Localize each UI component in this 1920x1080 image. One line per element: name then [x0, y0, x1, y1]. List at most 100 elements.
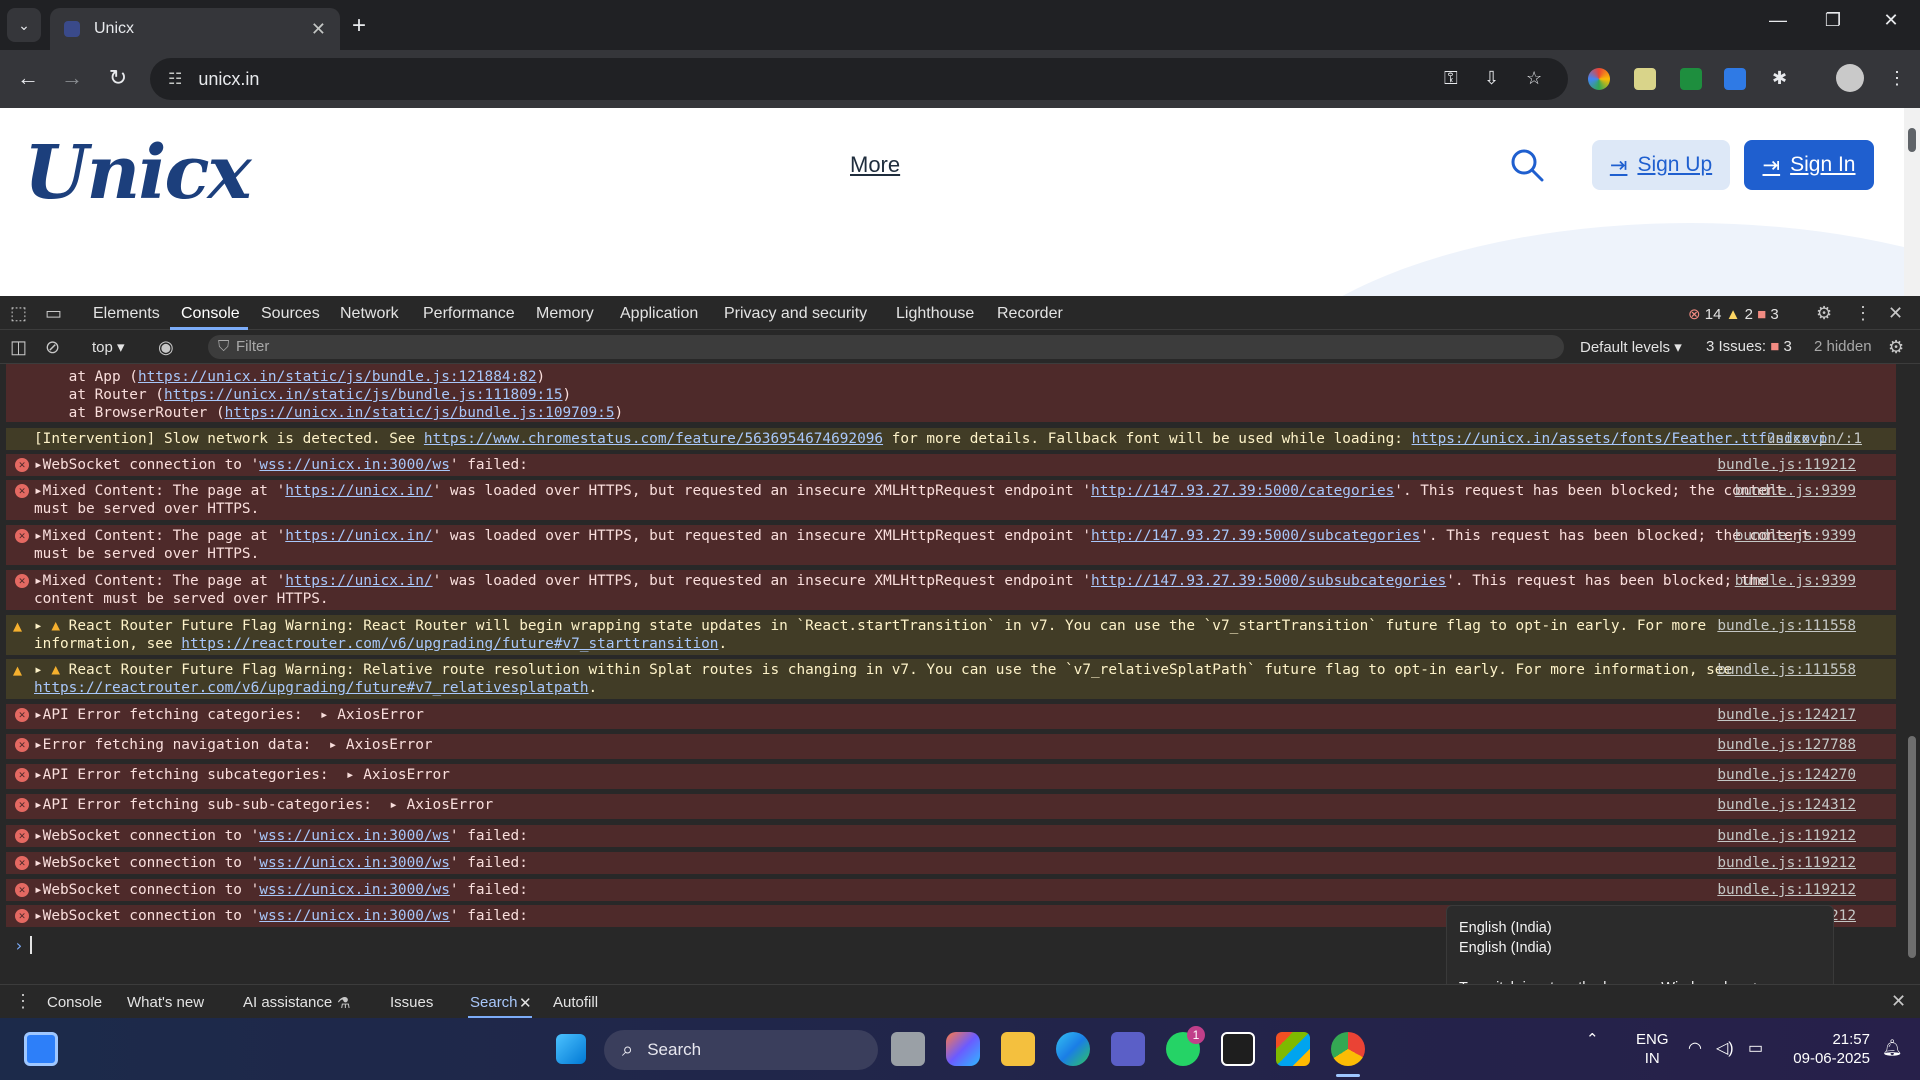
site-info-icon[interactable]: ☷: [168, 69, 182, 89]
scrollbar-thumb[interactable]: [1908, 736, 1916, 958]
console-message-warning[interactable]: ▲ ▸ ▲ React Router Future Flag Warning: …: [6, 615, 1896, 655]
console-message-api-error[interactable]: ✕ ▸API Error fetching sub-sub-categories…: [6, 794, 1896, 819]
console-message-intervention[interactable]: [Intervention] Slow network is detected.…: [6, 428, 1896, 450]
nav-more-link[interactable]: More: [850, 152, 900, 178]
drawer-tab-whats-new[interactable]: What's new: [127, 994, 204, 1011]
message-source-link[interactable]: unicx.in/:1: [1767, 430, 1862, 448]
extension-color-icon[interactable]: [1588, 68, 1610, 90]
file-explorer-icon[interactable]: [1001, 1032, 1035, 1066]
console-input[interactable]: [30, 936, 32, 954]
message-source-link[interactable]: bundle.js:9399: [1735, 572, 1856, 590]
taskbar-search[interactable]: ⌕ Search: [604, 1030, 878, 1070]
stack-link[interactable]: https://unicx.in/static/js/bundle.js:111…: [164, 387, 563, 403]
message-source-link[interactable]: bundle.js:124217: [1717, 706, 1856, 724]
drawer-tab-console[interactable]: Console: [47, 994, 102, 1011]
drawer-tab-search[interactable]: Search: [470, 994, 518, 1011]
console-message-websocket[interactable]: ✕ ▸WebSocket connection to 'wss://unicx.…: [6, 852, 1896, 874]
profile-avatar[interactable]: [1836, 64, 1864, 92]
message-source-link[interactable]: bundle.js:111558: [1717, 661, 1856, 679]
reactrouter-link[interactable]: https://reactrouter.com/v6/upgrading/fut…: [181, 636, 718, 652]
task-view-icon[interactable]: [891, 1032, 925, 1066]
message-source-link[interactable]: bundle.js:119212: [1717, 827, 1856, 845]
message-source-link[interactable]: bundle.js:124270: [1717, 766, 1856, 784]
clear-console-icon[interactable]: ⊘: [45, 337, 60, 358]
console-message-websocket[interactable]: ✕ ▸WebSocket connection to 'wss://unicx.…: [6, 454, 1896, 476]
language-indicator[interactable]: ENG IN: [1636, 1030, 1669, 1068]
extensions-puzzle-icon[interactable]: ✱: [1772, 68, 1787, 89]
websocket-link[interactable]: wss://unicx.in:3000/ws: [259, 828, 450, 844]
message-source-link[interactable]: bundle.js:9399: [1735, 482, 1856, 500]
extension-notes-icon[interactable]: [1634, 68, 1656, 90]
site-logo[interactable]: Unicx: [24, 130, 252, 216]
search-icon[interactable]: [1510, 148, 1544, 182]
console-message-mixed-content[interactable]: ✕ ▸Mixed Content: The page at 'https://u…: [6, 570, 1896, 610]
devtools-menu-icon[interactable]: ⋮: [1854, 303, 1872, 324]
tab-lighthouse[interactable]: Lighthouse: [896, 305, 974, 323]
close-tab-icon[interactable]: ✕: [519, 994, 532, 1012]
teams-icon[interactable]: [1111, 1032, 1145, 1066]
tab-network[interactable]: Network: [340, 305, 399, 323]
page-scrollbar[interactable]: [1904, 108, 1920, 296]
message-source-link[interactable]: bundle.js:119212: [1717, 854, 1856, 872]
notification-bell-icon[interactable]: 🔔︎: [1882, 1038, 1902, 1058]
show-hidden-icons-chevron-icon[interactable]: ⌃: [1586, 1030, 1599, 1048]
settings-gear-icon[interactable]: ⚙: [1816, 303, 1832, 324]
message-source-link[interactable]: bundle.js:119212: [1717, 456, 1856, 474]
page-link[interactable]: https://unicx.in/: [285, 573, 432, 589]
wifi-icon[interactable]: ◠: [1688, 1038, 1702, 1058]
battery-icon[interactable]: ▭: [1748, 1038, 1763, 1058]
websocket-link[interactable]: wss://unicx.in:3000/ws: [259, 908, 450, 924]
password-key-icon[interactable]: ⚿: [1444, 68, 1458, 89]
console-message-api-error[interactable]: ✕ ▸API Error fetching subcategories: ▸ A…: [6, 764, 1896, 789]
drawer-tab-ai-assistance[interactable]: AI assistance: [243, 994, 332, 1011]
widgets-icon[interactable]: [24, 1032, 58, 1066]
close-devtools-icon[interactable]: ✕: [1888, 303, 1903, 324]
device-toolbar-icon[interactable]: ▭: [45, 303, 62, 324]
reload-button[interactable]: ↻: [103, 65, 133, 91]
drawer-tab-autofill[interactable]: Autofill: [553, 994, 598, 1011]
scrollbar-thumb[interactable]: [1908, 128, 1916, 152]
sign-up-button[interactable]: ⇥ Sign Up: [1592, 140, 1730, 190]
console-settings-icon[interactable]: ⚙: [1888, 337, 1904, 358]
message-source-link[interactable]: bundle.js:9399: [1735, 527, 1856, 545]
close-window-button[interactable]: ✕: [1871, 10, 1911, 31]
stack-link[interactable]: https://unicx.in/static/js/bundle.js:121…: [138, 369, 537, 385]
live-expression-eye-icon[interactable]: ◉: [158, 337, 174, 358]
sidebar-toggle-icon[interactable]: ◫: [10, 337, 27, 358]
drawer-menu-icon[interactable]: ⋮: [14, 991, 32, 1012]
console-message-mixed-content[interactable]: ✕ ▸Mixed Content: The page at 'https://u…: [6, 525, 1896, 565]
tab-sources[interactable]: Sources: [261, 305, 320, 323]
endpoint-link[interactable]: http://147.93.27.39:5000/subcategories: [1091, 528, 1420, 544]
console-filter-input[interactable]: ⛉ Filter: [208, 335, 1564, 359]
message-source-link[interactable]: bundle.js:124312: [1717, 796, 1856, 814]
console-message-api-error[interactable]: ✕ ▸Error fetching navigation data: ▸ Axi…: [6, 734, 1896, 759]
log-levels-dropdown[interactable]: Default levels ▾: [1580, 338, 1682, 356]
windows-start-icon[interactable]: [556, 1034, 586, 1064]
context-selector[interactable]: top ▾: [92, 338, 125, 356]
console-message-websocket[interactable]: ✕ ▸WebSocket connection to 'wss://unicx.…: [6, 825, 1896, 847]
chart-app-icon[interactable]: [1221, 1032, 1255, 1066]
endpoint-link[interactable]: http://147.93.27.39:5000/subsubcategorie…: [1091, 573, 1446, 589]
page-link[interactable]: https://unicx.in/: [285, 483, 432, 499]
browser-tab[interactable]: Unicx ✕: [50, 8, 340, 50]
volume-icon[interactable]: ◁): [1716, 1038, 1734, 1058]
tab-privacy-security[interactable]: Privacy and security: [724, 305, 867, 323]
copilot-icon[interactable]: [946, 1032, 980, 1066]
font-link[interactable]: https://unicx.in/assets/fonts/Feather.tt…: [1412, 431, 1828, 447]
back-button[interactable]: ←: [13, 65, 43, 91]
drawer-tab-issues[interactable]: Issues: [390, 994, 433, 1011]
address-bar[interactable]: ☷ unicx.in: [150, 58, 1568, 100]
bookmark-star-icon[interactable]: ☆: [1526, 68, 1542, 89]
console-message-api-error[interactable]: ✕ ▸API Error fetching categories: ▸ Axio…: [6, 704, 1896, 729]
minimize-button[interactable]: —: [1758, 10, 1798, 31]
tab-elements[interactable]: Elements: [93, 305, 160, 323]
restore-button[interactable]: ❐: [1813, 10, 1853, 31]
websocket-link[interactable]: wss://unicx.in:3000/ws: [259, 457, 450, 473]
chrome-icon[interactable]: [1331, 1032, 1365, 1066]
tab-application[interactable]: Application: [620, 305, 698, 323]
tab-console[interactable]: Console: [181, 305, 240, 323]
tab-performance[interactable]: Performance: [423, 305, 515, 323]
install-app-icon[interactable]: ⇩: [1484, 68, 1499, 89]
chromestatus-link[interactable]: https://www.chromestatus.com/feature/563…: [424, 431, 883, 447]
websocket-link[interactable]: wss://unicx.in:3000/ws: [259, 855, 450, 871]
